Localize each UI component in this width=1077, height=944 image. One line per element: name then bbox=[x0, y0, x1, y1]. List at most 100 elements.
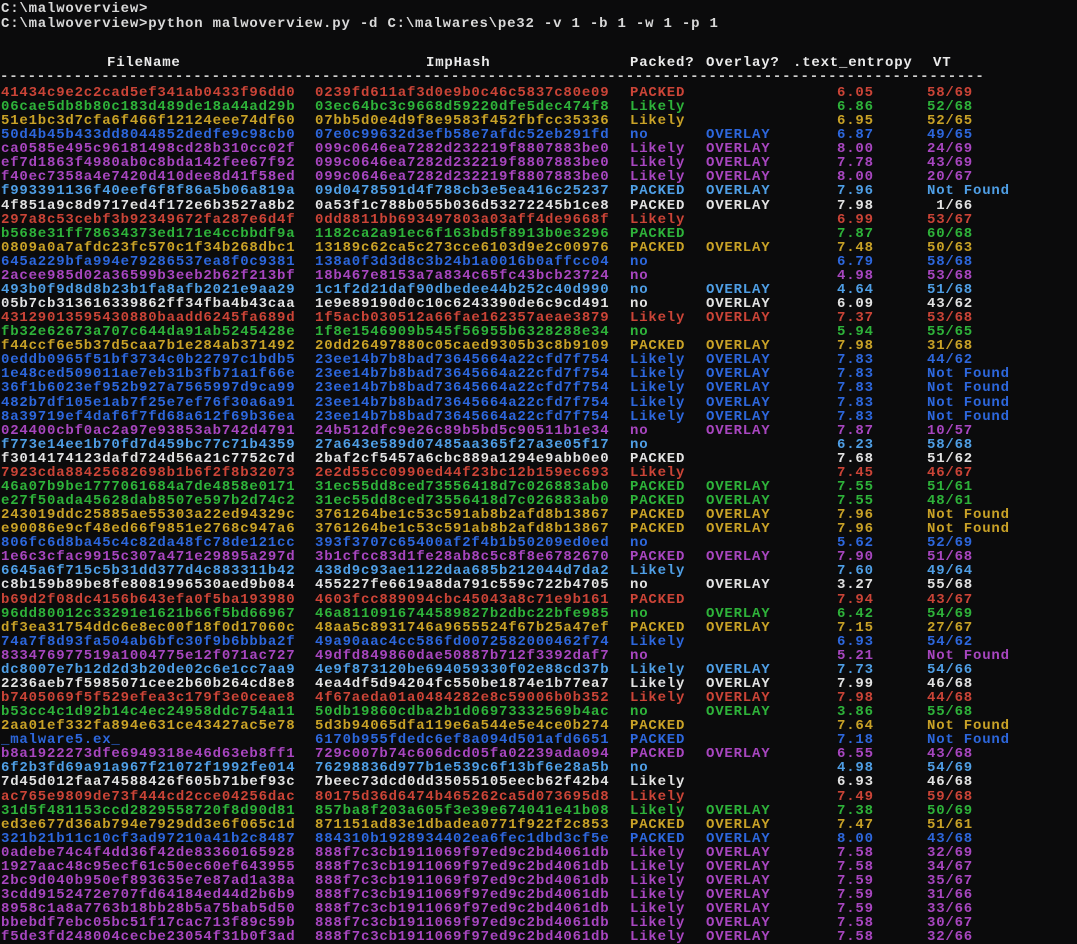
packed-cell: Likely bbox=[630, 661, 686, 678]
filename-cell: 243019ddc25885ae55303a22ed94329c bbox=[1, 507, 296, 524]
packed-cell: Likely bbox=[630, 675, 686, 692]
filename-cell: 3cdd9152472e707fd64184ed44d2b6b9 bbox=[1, 886, 296, 903]
imphash-cell: 4e9f873120be694059330f02e88cd37b bbox=[315, 661, 610, 678]
table-row: ef7d1863f4980ab0c8bda142fee67f92 099c0646… bbox=[0, 156, 1077, 170]
overlay-cell: OVERLAY bbox=[706, 844, 771, 861]
vt-cell: 52/69 bbox=[927, 535, 974, 552]
packed-cell: PACKED bbox=[630, 816, 686, 833]
filename-cell: 74a7f8d93fa504ab6bfc30f9b6bbba2f bbox=[1, 633, 296, 650]
entropy-cell: 6.23 bbox=[837, 436, 874, 453]
vt-cell: 48/61 bbox=[927, 493, 974, 510]
vt-cell: Not Found bbox=[927, 394, 1010, 411]
table-row: f3014174123dafd724d56a21c7752c7d 2baf2cf5… bbox=[0, 452, 1077, 466]
table-row: 43129013595430880baadd6245fa689d 1f5acb03… bbox=[0, 311, 1077, 325]
terminal-screen[interactable]: C:\malwoverview> C:\malwoverview>python … bbox=[0, 0, 1077, 944]
entropy-cell: 4.98 bbox=[837, 267, 874, 284]
vt-cell: 58/69 bbox=[927, 85, 974, 101]
table-row: ca0585e495c96181498cd28b310cc02f 099c0646… bbox=[0, 142, 1077, 156]
filename-cell: 024400cbf0ac2a97e93853ab742d4791 bbox=[1, 422, 296, 439]
imphash-cell: 49dfd849860dae50887b712f3392daf7 bbox=[315, 647, 610, 664]
imphash-cell: 888f7c3cb1911069f97ed9c2bd4061db bbox=[315, 886, 610, 903]
filename-cell: 6f2b3fd69a91a967f21072f1992fe014 bbox=[1, 760, 296, 777]
filename-cell: 36f1b6023ef952b927a7565997d9ca99 bbox=[1, 380, 296, 397]
entropy-cell: 5.94 bbox=[837, 324, 874, 341]
vt-cell: 34/67 bbox=[927, 858, 974, 875]
vt-cell: 58/68 bbox=[927, 253, 974, 270]
imphash-cell: 138a0f3d3d8c3b24b1a0016b0affcc04 bbox=[315, 253, 610, 270]
table-row: 74a7f8d93fa504ab6bfc30f9b6bbba2f 49a90aac… bbox=[0, 635, 1077, 649]
vt-cell: 33/66 bbox=[927, 901, 974, 918]
imphash-cell: 099c0646ea7282d232219f8807883be0 bbox=[315, 155, 610, 172]
packed-cell: no bbox=[630, 436, 649, 453]
entropy-cell: 6.95 bbox=[837, 113, 874, 130]
imphash-cell: 099c0646ea7282d232219f8807883be0 bbox=[315, 169, 610, 186]
table-row: 7923cda88425682698b1b6f2f8b32073 2e2d55cc… bbox=[0, 466, 1077, 480]
packed-cell: Likely bbox=[630, 915, 686, 932]
entropy-cell: 6.93 bbox=[837, 774, 874, 791]
imphash-cell: 7beec73dcd0dd35055105eecb62f42b4 bbox=[315, 774, 610, 791]
vt-cell: 52/65 bbox=[927, 113, 974, 130]
filename-cell: 806fc6d8ba45c4c82da48fc78de121cc bbox=[1, 535, 296, 552]
table-row: 2bc9d040b950ef893635e7e87ad1a38a 888f7c3c… bbox=[0, 874, 1077, 888]
packed-cell: Likely bbox=[630, 352, 686, 369]
filename-cell: 2236aeb7f5985071cee2b60b264cd8e8 bbox=[1, 675, 296, 692]
entropy-cell: 7.78 bbox=[837, 155, 874, 172]
filename-cell: c8b159b89be8fe8081996530aed9b084 bbox=[1, 577, 296, 594]
packed-cell: PACKED bbox=[630, 197, 686, 214]
packed-cell: Likely bbox=[630, 802, 686, 819]
vt-cell: 20/67 bbox=[927, 169, 974, 186]
table-row: 1927aac48c95ecf61c50ec60ef643955 888f7c3c… bbox=[0, 860, 1077, 874]
overlay-cell: OVERLAY bbox=[706, 197, 771, 214]
vt-cell: 44/68 bbox=[927, 690, 974, 706]
packed-cell: Likely bbox=[630, 774, 686, 791]
entropy-cell: 8.00 bbox=[837, 141, 874, 158]
vt-cell: 50/69 bbox=[927, 802, 974, 819]
vt-cell: Not Found bbox=[927, 521, 1010, 538]
overlay-cell: OVERLAY bbox=[706, 352, 771, 369]
packed-cell: Likely bbox=[630, 113, 686, 130]
entropy-cell: 7.55 bbox=[837, 478, 874, 495]
vt-cell: 51/61 bbox=[927, 816, 974, 833]
filename-cell: 297a8c53cebf3b92349672fa287e6d4f bbox=[1, 211, 296, 228]
vt-cell: 54/62 bbox=[927, 633, 974, 650]
table-row: b568e31ff78634373ed171e4ccbbdf9a 1182ca2a… bbox=[0, 227, 1077, 241]
filename-cell: 493b0f9d8d8b23b1fa8afb2021e9aa29 bbox=[1, 281, 296, 298]
imphash-cell: 4603fcc889094cbc45043a8c71e9b161 bbox=[315, 591, 610, 608]
overlay-cell: OVERLAY bbox=[706, 661, 771, 678]
imphash-cell: 23ee14b7b8bad73645664a22cfd7f754 bbox=[315, 408, 610, 425]
overlay-cell: OVERLAY bbox=[706, 507, 771, 524]
entropy-cell: 6.09 bbox=[837, 296, 874, 313]
entropy-cell: 6.87 bbox=[837, 127, 874, 144]
header-separator: ----------------------------------------… bbox=[0, 69, 985, 85]
overlay-cell: OVERLAY bbox=[706, 478, 771, 495]
overlay-cell: OVERLAY bbox=[706, 746, 771, 763]
table-row: 482b7df105e1ab7f25e7ef76f30a6a91 23ee14b7… bbox=[0, 396, 1077, 410]
entropy-cell: 7.37 bbox=[837, 310, 874, 327]
entropy-cell: 7.58 bbox=[837, 844, 874, 861]
vt-cell: 51/68 bbox=[927, 549, 974, 566]
table-row: 0809a0a7afdc23fc570c1f34b268dbc1 13189c62… bbox=[0, 241, 1077, 255]
table-row: 8a39719ef4daf6f7fd68a612f69b36ea 23ee14b7… bbox=[0, 410, 1077, 424]
column-header-vt: VT bbox=[933, 55, 952, 71]
imphash-cell: 80175d36d6474b465262ca5d073695d8 bbox=[315, 788, 610, 805]
imphash-cell: 31ec55dd8ced73556418d7c026883ab0 bbox=[315, 493, 610, 510]
table-row: 05b7cb313616339862ff34fba4b43caa 1e9e8919… bbox=[0, 297, 1077, 311]
entropy-cell: 7.96 bbox=[837, 521, 874, 538]
vt-cell: 31/66 bbox=[927, 886, 974, 903]
table-row: 6f2b3fd69a91a967f21072f1992fe014 76298836… bbox=[0, 761, 1077, 775]
table-row: b8a1922273dfe6949318e46d63eb8ff1 729c007b… bbox=[0, 747, 1077, 761]
filename-cell: 96dd80012c33291e1621b66f5bd66967 bbox=[1, 605, 296, 622]
vt-cell: 46/67 bbox=[927, 464, 974, 481]
vt-cell: Not Found bbox=[927, 408, 1010, 425]
imphash-cell: 09d0478591d4f788cb3e5ea416c25237 bbox=[315, 183, 610, 200]
table-row: dc8007e7b12d2d3b20de02c6e1cc7aa9 4e9f8731… bbox=[0, 663, 1077, 677]
overlay-cell: OVERLAY bbox=[706, 155, 771, 172]
filename-cell: 0adebe74c4f4dd36f42de83360165928 bbox=[1, 844, 296, 861]
entropy-cell: 7.98 bbox=[837, 338, 874, 355]
filename-cell: b53cc4c1d92b14c4ec24958ddc754a11 bbox=[1, 704, 296, 721]
imphash-cell: 5d3b94065dfa119e6a544e5e4ce0b274 bbox=[315, 718, 610, 735]
imphash-cell: 48aa5c8931746a9655524f67b25a47ef bbox=[315, 619, 610, 636]
filename-cell: 8958c1a8a7763b18bb28b5a75bab5d50 bbox=[1, 901, 296, 918]
entropy-cell: 3.27 bbox=[837, 577, 874, 594]
entropy-cell: 7.15 bbox=[837, 619, 874, 636]
